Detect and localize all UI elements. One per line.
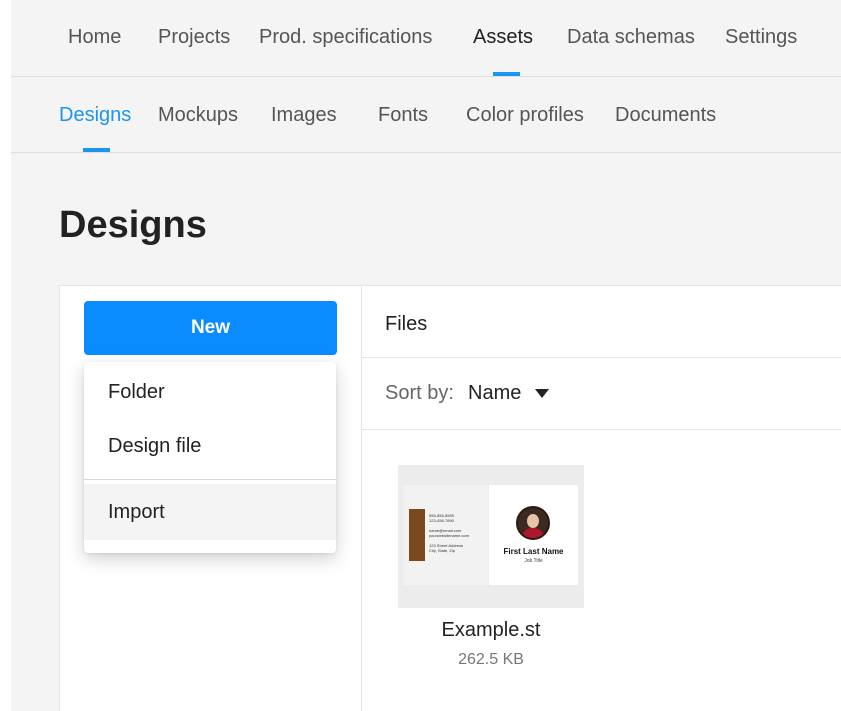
business-card-front: 555-555-5555 123-456-7890 name@email.com… xyxy=(403,485,488,585)
top-nav-active-indicator xyxy=(493,72,520,76)
top-nav-home[interactable]: Home xyxy=(68,26,121,49)
tab-designs[interactable]: Designs xyxy=(59,104,131,127)
tab-images[interactable]: Images xyxy=(271,104,337,127)
profile-shirt xyxy=(522,528,544,538)
app-frame: Home Projects Prod. specifications Asset… xyxy=(11,0,841,711)
menu-divider xyxy=(84,479,336,480)
top-nav: Home Projects Prod. specifications Asset… xyxy=(11,0,841,77)
card-job-title: Job Title xyxy=(524,558,543,564)
profile-face xyxy=(527,514,539,528)
top-nav-projects[interactable]: Projects xyxy=(158,26,230,49)
menu-item-import[interactable]: Import xyxy=(84,484,336,540)
top-nav-assets[interactable]: Assets xyxy=(473,26,533,49)
files-header: Files xyxy=(362,286,841,358)
sub-nav-active-indicator xyxy=(83,148,110,152)
file-name: Example.st xyxy=(441,619,541,641)
contact-icons-stripe xyxy=(409,509,425,561)
top-nav-data-schemas[interactable]: Data schemas xyxy=(567,26,695,49)
tab-fonts[interactable]: Fonts xyxy=(378,104,428,127)
new-dropdown-menu: Folder Design file Import xyxy=(84,362,336,553)
card-person-name: First Last Name xyxy=(503,547,564,556)
files-area: Files Sort by: Name 555-555-5555 123-456… xyxy=(362,286,841,711)
designs-panel: New Folder Design file Import Files Sort… xyxy=(59,285,841,711)
files-header-label: Files xyxy=(385,313,428,335)
file-size: 262.5 KB xyxy=(458,651,524,668)
file-thumbnail: 555-555-5555 123-456-7890 name@email.com… xyxy=(398,465,584,608)
profile-photo xyxy=(516,506,550,540)
sort-label: Sort by: xyxy=(385,382,454,404)
contact-lines: 555-555-5555 123-456-7890 name@email.com… xyxy=(429,513,470,553)
sub-nav: Designs Mockups Images Fonts Color profi… xyxy=(11,77,841,153)
folder-sidebar: New Folder Design file Import xyxy=(60,286,362,711)
page-title: Designs xyxy=(59,204,207,246)
top-nav-settings[interactable]: Settings xyxy=(725,26,797,49)
sort-bar: Sort by: Name xyxy=(362,358,841,430)
new-button[interactable]: New xyxy=(84,301,337,355)
business-card-back: First Last Name Job Title xyxy=(489,485,578,585)
top-nav-prod-specifications[interactable]: Prod. specifications xyxy=(259,26,432,49)
menu-item-design-file[interactable]: Design file xyxy=(84,435,336,458)
tab-documents[interactable]: Documents xyxy=(615,104,716,127)
tab-color-profiles[interactable]: Color profiles xyxy=(466,104,584,127)
menu-item-folder[interactable]: Folder xyxy=(84,381,336,404)
chevron-down-icon[interactable] xyxy=(535,389,549,398)
sort-select[interactable]: Name xyxy=(468,382,521,405)
tab-mockups[interactable]: Mockups xyxy=(158,104,238,127)
